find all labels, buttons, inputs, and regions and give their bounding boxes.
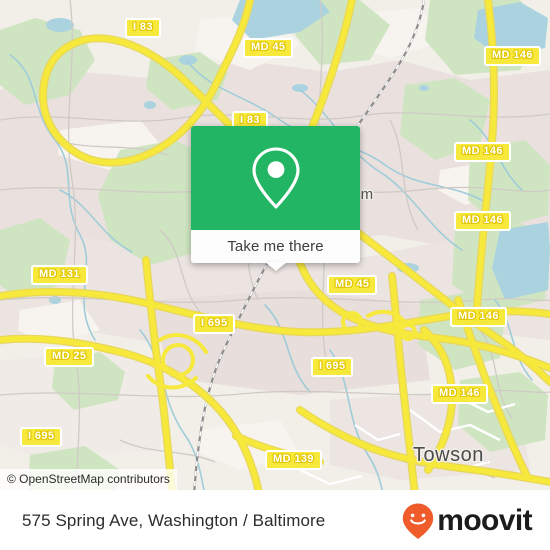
road-shield-i83-north[interactable]: I 83 xyxy=(125,18,161,38)
popup-action-footer[interactable]: Take me there xyxy=(191,230,360,263)
road-shield-md146-upper[interactable]: MD 146 xyxy=(454,142,511,162)
location-popup-card[interactable]: Take me there xyxy=(191,126,360,271)
popup-pointer xyxy=(264,262,287,271)
road-shield-i695-west[interactable]: I 695 xyxy=(193,314,236,334)
road-shield-md146-towson[interactable]: MD 146 xyxy=(431,384,488,404)
road-shield-md45-south[interactable]: MD 45 xyxy=(327,275,378,295)
place-label-towson: Towson xyxy=(413,444,484,466)
road-shield-md45-north[interactable]: MD 45 xyxy=(243,38,294,58)
moovit-map-screen: Towson um I 83 MD 45 MD 146 I 83 MD 146 … xyxy=(0,0,550,550)
road-shield-md146-center[interactable]: MD 146 xyxy=(454,211,511,231)
popup-icon-area xyxy=(191,126,360,230)
moovit-logo[interactable]: moovit xyxy=(401,502,533,540)
osm-attribution[interactable]: © OpenStreetMap contributors xyxy=(0,469,177,490)
road-shield-md131[interactable]: MD 131 xyxy=(31,265,88,285)
road-shield-i695-southwest[interactable]: I 695 xyxy=(20,427,63,447)
moovit-pin-icon xyxy=(403,503,434,539)
address-label: 575 Spring Ave, Washington / Baltimore xyxy=(22,510,326,530)
map-pin-icon xyxy=(251,147,300,209)
road-shield-md139[interactable]: MD 139 xyxy=(265,450,322,470)
road-shield-md25[interactable]: MD 25 xyxy=(44,347,95,367)
moovit-wordmark: moovit xyxy=(437,503,532,537)
road-shield-md146-lower[interactable]: MD 146 xyxy=(450,307,507,327)
road-shield-i695-center[interactable]: I 695 xyxy=(311,357,354,377)
take-me-there-label: Take me there xyxy=(227,238,324,255)
bottom-info-bar: 575 Spring Ave, Washington / Baltimore m… xyxy=(0,490,550,550)
road-shield-md146-north[interactable]: MD 146 xyxy=(484,46,541,66)
